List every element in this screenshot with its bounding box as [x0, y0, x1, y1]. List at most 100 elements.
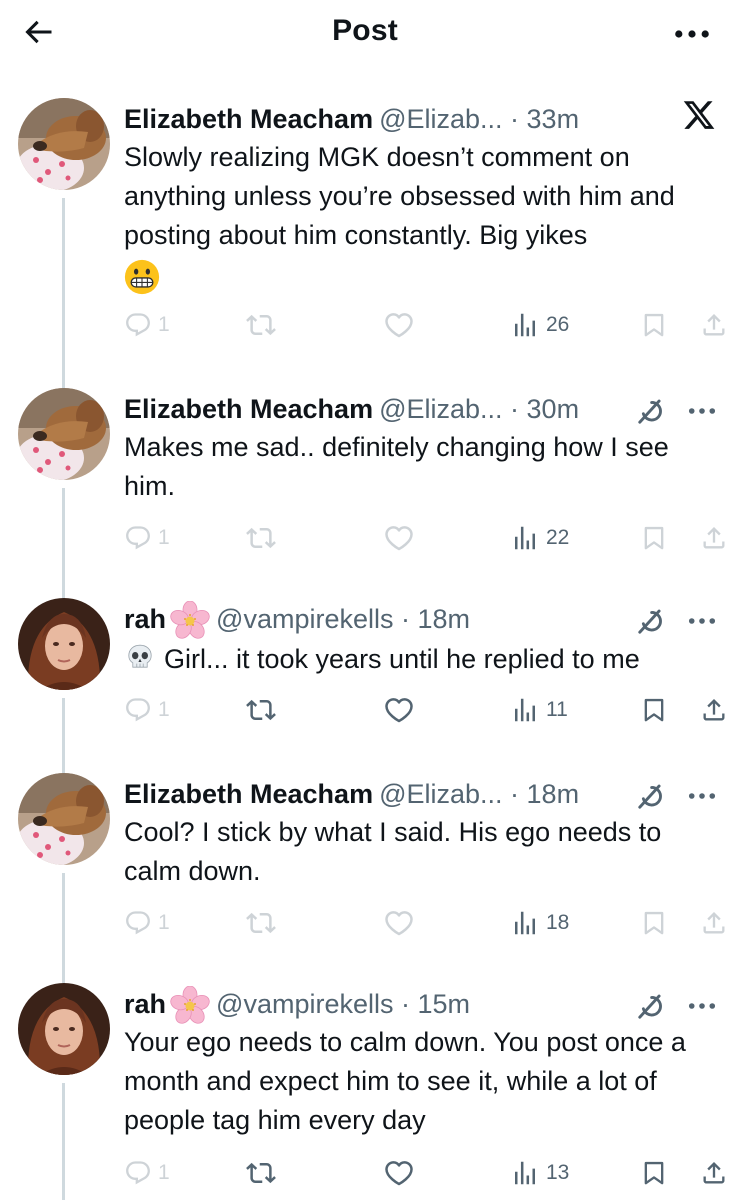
display-name[interactable]: Elizabeth Meacham: [124, 394, 373, 424]
share-icon: [700, 1159, 728, 1187]
views-button[interactable]: 18: [510, 903, 569, 943]
share-icon: [700, 696, 728, 724]
bookmark-icon: [640, 909, 668, 937]
views-button[interactable]: 13: [510, 1153, 569, 1193]
views-icon: [510, 908, 540, 938]
repost-icon: [246, 695, 276, 725]
top-bar: Post: [0, 0, 730, 70]
bookmark-button[interactable]: [640, 305, 668, 345]
repost-button[interactable]: [246, 690, 276, 730]
more-options-icon[interactable]: [688, 617, 716, 625]
more-options-icon[interactable]: [688, 792, 716, 800]
more-options-icon[interactable]: [688, 1002, 716, 1010]
view-count: 22: [546, 526, 570, 549]
action-bar-right: 22: [124, 518, 730, 558]
post-text-content: Slowly realizing MGK doesn’t comment on …: [124, 142, 675, 250]
x-logo-icon[interactable]: [682, 98, 716, 132]
display-name[interactable]: rah: [124, 604, 166, 634]
post[interactable]: Elizabeth Meacham @Elizab... · 30m Makes …: [0, 388, 730, 606]
like-button[interactable]: [384, 1153, 414, 1193]
views-button[interactable]: 11: [510, 690, 568, 730]
post-text: Cool? I stick by what I said. His ego ne…: [124, 817, 662, 886]
display-name[interactable]: rah: [124, 989, 166, 1019]
views-icon: [510, 523, 540, 553]
post[interactable]: Elizabeth Meacham @Elizab... · 18m Cool? …: [0, 773, 730, 983]
grok-icon[interactable]: [636, 781, 666, 811]
reply-count: 1: [158, 698, 170, 721]
reply-button[interactable]: 1: [124, 690, 170, 730]
post-text: Your ego needs to calm down. You post on…: [124, 1027, 686, 1135]
post[interactable]: rah @vampirekells · 18m Girl... it took y…: [0, 598, 730, 786]
timestamp[interactable]: 18m: [417, 604, 470, 634]
bookmark-button[interactable]: [640, 518, 668, 558]
views-icon: [510, 695, 540, 725]
share-button[interactable]: [700, 903, 728, 943]
post[interactable]: rah @vampirekells · 15m Your ego needs to…: [0, 983, 730, 1200]
bookmark-button[interactable]: [640, 690, 668, 730]
separator-dot: ·: [393, 604, 418, 634]
separator-dot: ·: [502, 104, 527, 134]
share-icon: [700, 311, 728, 339]
view-count: 11: [546, 698, 568, 721]
display-name[interactable]: Elizabeth Meacham: [124, 779, 373, 809]
bookmark-icon: [640, 311, 668, 339]
user-handle[interactable]: @Elizab...: [379, 394, 502, 424]
bookmark-icon: [640, 696, 668, 724]
post-text: Girl... it took years until he replied t…: [124, 640, 719, 679]
grimacing-face-icon: [124, 259, 160, 295]
thread-line: [62, 198, 65, 398]
grok-icon[interactable]: [636, 606, 666, 636]
reply-icon: [124, 696, 152, 724]
skull-icon: [124, 642, 156, 674]
avatar[interactable]: [18, 98, 110, 190]
display-name[interactable]: Elizabeth Meacham: [124, 104, 373, 134]
user-handle[interactable]: @Elizab...: [379, 779, 502, 809]
separator-dot: ·: [502, 394, 527, 424]
action-bar: 1 11: [124, 690, 730, 730]
timestamp[interactable]: 15m: [417, 989, 470, 1019]
views-button[interactable]: 22: [510, 518, 569, 558]
bookmark-button[interactable]: [640, 903, 668, 943]
separator-dot: ·: [502, 779, 527, 809]
post-header: Elizabeth Meacham @Elizab... · 33m: [124, 100, 730, 138]
action-bar-right: 26: [124, 305, 730, 345]
action-bar-right: 18: [124, 903, 730, 943]
thread-line: [62, 873, 65, 983]
cherry-blossom-icon: [170, 986, 210, 1026]
avatar[interactable]: [18, 388, 110, 480]
timestamp[interactable]: 30m: [527, 394, 580, 424]
avatar[interactable]: [18, 773, 110, 865]
reply-button[interactable]: 1: [124, 1153, 170, 1193]
user-handle[interactable]: @vampirekells: [216, 989, 393, 1019]
grok-icon[interactable]: [636, 396, 666, 426]
bookmark-button[interactable]: [640, 1153, 668, 1193]
like-button[interactable]: [384, 690, 414, 730]
page-title: Post: [332, 14, 398, 47]
reply-count: 1: [158, 1161, 170, 1184]
share-icon: [700, 524, 728, 552]
views-icon: [510, 1158, 540, 1188]
post[interactable]: Elizabeth Meacham @Elizab... · 33m Slowly…: [0, 98, 730, 398]
avatar[interactable]: [18, 983, 110, 1075]
avatar[interactable]: [18, 598, 110, 690]
repost-button[interactable]: [246, 1153, 276, 1193]
share-button[interactable]: [700, 518, 728, 558]
share-button[interactable]: [700, 305, 728, 345]
more-options-icon[interactable]: [688, 407, 716, 415]
reply-icon: [124, 1159, 152, 1187]
grok-icon[interactable]: [636, 991, 666, 1021]
views-icon: [510, 310, 540, 340]
more-options-icon[interactable]: [674, 22, 714, 46]
timestamp[interactable]: 33m: [527, 104, 580, 134]
view-count: 13: [546, 1161, 570, 1184]
action-bar: 1 13: [124, 1153, 730, 1193]
views-button[interactable]: 26: [510, 305, 569, 345]
post-text: Slowly realizing MGK doesn’t comment on …: [124, 138, 719, 300]
timestamp[interactable]: 18m: [527, 779, 580, 809]
share-button[interactable]: [700, 1153, 728, 1193]
share-button[interactable]: [700, 690, 728, 730]
user-handle[interactable]: @Elizab...: [379, 104, 502, 134]
user-handle[interactable]: @vampirekells: [216, 604, 393, 634]
separator-dot: ·: [393, 989, 418, 1019]
share-icon: [700, 909, 728, 937]
